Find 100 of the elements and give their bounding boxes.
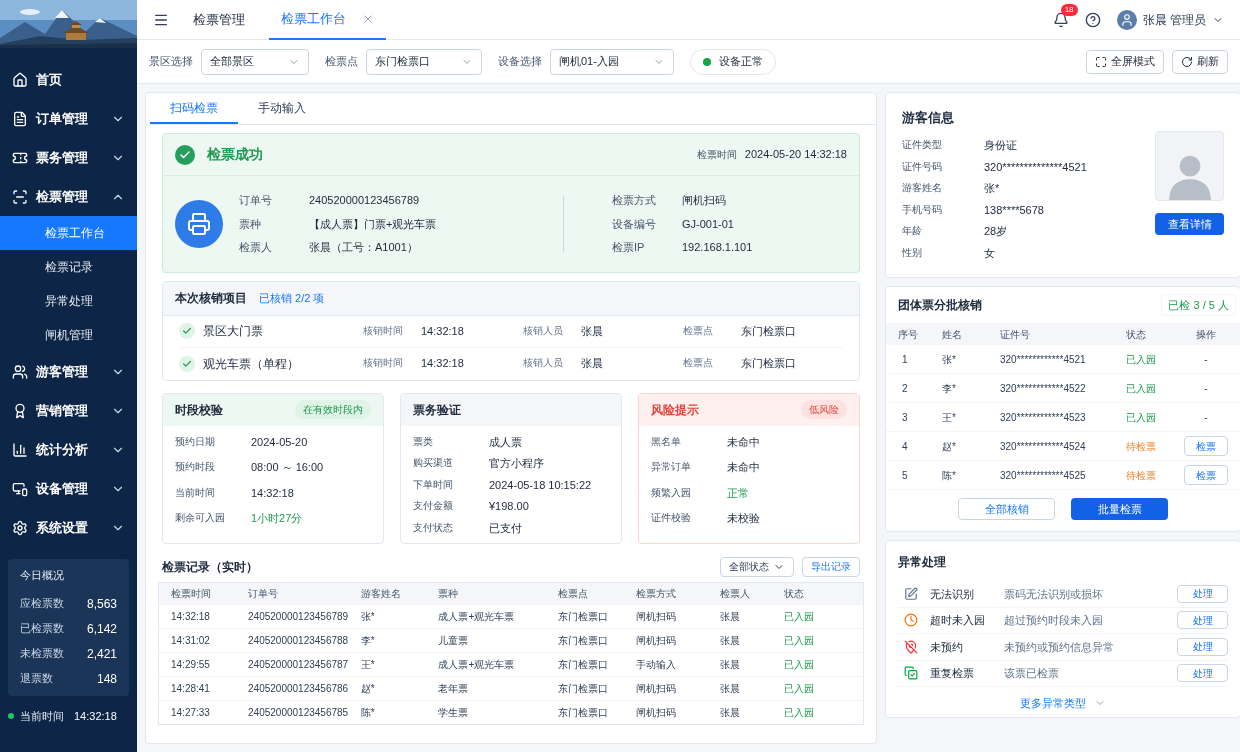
field-label: 频繁入园 <box>651 485 692 500</box>
batch-check-button[interactable]: 批量检票 <box>1071 498 1168 520</box>
details-button[interactable]: 查看详情 <box>1155 213 1224 235</box>
field-label: 检票点 <box>683 356 714 371</box>
nav-item[interactable]: 检票管理 <box>0 177 137 216</box>
verify-all-button[interactable]: 全部核销 <box>958 498 1055 520</box>
table-cell: 闸机扫码 <box>623 676 709 700</box>
field-label: 当前时间 <box>175 485 216 500</box>
mode-tab[interactable]: 手动输入 <box>238 93 326 124</box>
column-header: 票种 <box>426 582 547 604</box>
nav-item[interactable]: 游客管理 <box>0 352 137 391</box>
clock-icon <box>904 613 918 628</box>
table-cell-text: 5 <box>901 468 909 483</box>
field-label: 游客姓名 <box>902 181 943 195</box>
refresh-button[interactable]: 刷新 <box>1172 49 1228 74</box>
check-in-button[interactable]: 检票 <box>1184 436 1228 456</box>
notification-badge: 18 <box>1060 3 1078 16</box>
field-label: 票种 <box>239 216 262 232</box>
table-cell: 张晨 <box>708 628 772 652</box>
table-cell-text: 赵* <box>942 439 957 454</box>
field-value: 已支付 <box>489 520 522 536</box>
handle-button[interactable]: 处理 <box>1177 584 1228 603</box>
nav-item[interactable]: 统计分析 <box>0 430 137 469</box>
table-cell: 李* <box>348 628 427 652</box>
table-cell: 成人票+观光车票 <box>426 652 547 676</box>
nav-item[interactable]: 首页 <box>0 60 137 99</box>
table-cell: 240520000123456787 <box>236 652 349 676</box>
field-value: 28岁 <box>984 224 1008 239</box>
field-label: 证件校验 <box>651 511 692 525</box>
settings-icon <box>12 519 28 536</box>
table-cell-text: 320************4523 <box>1000 410 1087 425</box>
user-menu[interactable]: 张晨 管理员 <box>1116 9 1224 30</box>
status-text: 已入园 <box>1126 410 1157 425</box>
table-cell: 张晨 <box>708 676 772 700</box>
bell-icon[interactable] <box>1052 11 1069 28</box>
nav-item[interactable]: 系统设置 <box>0 508 137 547</box>
home-icon <box>12 71 28 88</box>
nav-subitem[interactable]: 异常处理 <box>0 284 137 318</box>
help-icon[interactable] <box>1084 11 1101 28</box>
table-cell: 学生票 <box>426 700 547 724</box>
handle-button[interactable]: 处理 <box>1177 637 1228 656</box>
status-select[interactable]: 全部状态 <box>720 556 794 577</box>
exception-description: 票码无法识别或损坏 <box>1004 586 1103 602</box>
nav-subitem[interactable]: 检票记录 <box>0 250 137 284</box>
verification-summary: 已核销 2/2 项 <box>259 290 325 306</box>
nav-subitem[interactable]: 闸机管理 <box>0 318 137 352</box>
pen-square-icon <box>904 586 918 601</box>
field-label: 预约时段 <box>175 460 216 474</box>
column-header: 状态 <box>1126 327 1147 342</box>
table-cell: 240520000123456786 <box>236 676 349 700</box>
user-name: 张晨 管理员 <box>1142 11 1206 29</box>
field-label: 证件号码 <box>902 159 943 174</box>
time-value: 2024-05-20 14:32:18 <box>744 147 847 163</box>
column-header: 状态 <box>771 582 864 604</box>
status-text: 已入园 <box>771 652 864 676</box>
field-value: 14:32:18 <box>421 323 464 339</box>
handle-button[interactable]: 处理 <box>1177 664 1228 683</box>
document-icon <box>12 110 28 127</box>
nav-item[interactable]: 票务管理 <box>0 138 137 177</box>
expand-icon <box>1095 55 1107 68</box>
field-value: 2024-05-18 10:15:22 <box>489 477 592 493</box>
table-cell-text: - <box>1203 381 1209 396</box>
copy-check-icon <box>904 666 918 681</box>
table-cell: 闸机扫码 <box>623 628 709 652</box>
column-header: 检票人 <box>708 582 772 604</box>
field-label: 支付状态 <box>413 520 454 535</box>
export-button[interactable]: 导出记录 <box>802 556 860 577</box>
select-field[interactable]: 全部景区 <box>201 48 309 75</box>
nav-subitem[interactable]: 检票工作台 <box>0 216 137 250</box>
fullscreen-button[interactable]: 全屏模式 <box>1086 49 1164 74</box>
field-label: 支付金额 <box>413 499 454 513</box>
field-label: 证件类型 <box>902 138 943 152</box>
status-text: 已入园 <box>1126 381 1157 396</box>
nav-item[interactable]: 设备管理 <box>0 469 137 508</box>
table-cell: 王* <box>348 652 427 676</box>
nav-item[interactable]: 营销管理 <box>0 391 137 430</box>
field-value: GJ-001-01 <box>682 216 734 232</box>
table-cell: 240520000123456789 <box>236 604 349 628</box>
nav-item[interactable]: 订单管理 <box>0 99 137 138</box>
select-field[interactable]: 东门检票口 <box>366 48 482 75</box>
table-cell-text: 张* <box>942 352 957 367</box>
field-value: 女 <box>984 245 995 261</box>
table-cell: 14:28:41 <box>158 676 237 700</box>
field-label: 异常订单 <box>651 460 692 474</box>
field-value: 192.168.1.101 <box>682 240 753 255</box>
status-text: 已入园 <box>771 604 864 628</box>
check-in-button[interactable]: 检票 <box>1184 465 1228 485</box>
more-link[interactable]: 更多异常类型 <box>1020 695 1106 712</box>
mode-tab[interactable]: 扫码检票 <box>150 93 238 124</box>
field-value: 东门检票口 <box>741 323 796 339</box>
table-cell: 张* <box>348 604 427 628</box>
table-cell: 东门检票口 <box>546 604 624 628</box>
table-cell: 手动输入 <box>623 652 709 676</box>
table-cell: 东门检票口 <box>546 628 624 652</box>
field-label: 剩余可入园 <box>175 511 226 525</box>
handle-button[interactable]: 处理 <box>1177 611 1228 630</box>
select-field[interactable]: 闸机01-入园 <box>550 48 674 75</box>
breadcrumb[interactable]: 检票管理 <box>185 9 253 30</box>
table-cell: 儿童票 <box>426 628 547 652</box>
column-header: 订单号 <box>236 582 349 604</box>
